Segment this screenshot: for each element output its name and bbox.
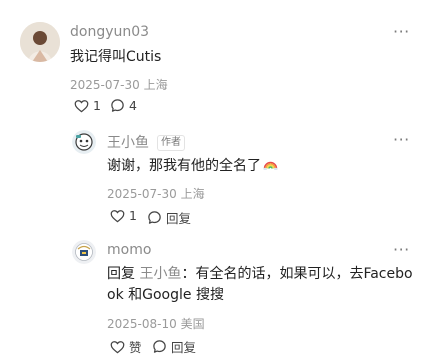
reply-text: 回复 王小鱼：有全名的话，如果可以，去Facebo [107,264,413,284]
reply-date: 2025-07-30 [107,187,177,201]
heart-icon [74,99,89,112]
mention-link[interactable]: 王小鱼 [139,266,181,282]
reply-label: 回复 [171,340,197,355]
reply-username[interactable]: 王小鱼 [107,132,149,152]
reply-text: 谢谢，那我有他的全名了 [107,156,278,176]
more-options-button[interactable]: ··· [393,130,410,149]
reply-username[interactable]: momo [107,242,151,258]
heart-icon [110,340,125,353]
reply-date: 2025-08-10 [107,317,177,331]
more-options-button[interactable]: ··· [393,240,410,259]
reply-meta: 2025-08-10 美国 [107,315,205,332]
like-label: 赞 [129,340,142,355]
rainbow-emoji-icon [263,161,278,170]
comment-text: 我记得叫Cutis [70,49,162,65]
reply-button[interactable]: 回复 [147,208,191,227]
like-count: 1 [93,98,101,113]
heart-icon [110,209,125,222]
reply-prefix: 回复 [107,266,135,282]
author-tag: 作者 [157,135,185,151]
comment-bubble-icon [148,211,161,224]
comment-location: 上海 [143,78,168,92]
reply-text-line1: ：有全名的话，如果可以，去Facebo [181,266,413,282]
reply-location: 美国 [180,317,205,331]
reply-button[interactable]: 4 [110,98,137,113]
reply-text-content: 谢谢，那我有他的全名了 [107,158,261,174]
reply-label: 回复 [166,211,192,226]
comment-bubble-icon [153,340,166,353]
like-button[interactable]: 赞 [110,337,142,356]
reply-meta: 2025-07-30 上海 [107,185,205,202]
reply-location: 上海 [180,187,205,201]
like-button[interactable]: 1 [74,98,101,113]
avatar[interactable] [72,130,96,154]
like-count: 1 [129,208,137,223]
comment-meta: 2025-07-30 上海 [70,76,168,93]
comment-date: 2025-07-30 [70,78,140,92]
reply-count: 4 [129,98,137,113]
comment-bubble-icon [111,99,124,112]
comment-username[interactable]: dongyun03 [70,24,149,40]
avatar[interactable] [20,22,60,62]
reply-text-continued: ok 和Google 搜搜 [107,287,224,303]
like-button[interactable]: 1 [110,208,137,223]
avatar[interactable] [72,240,96,264]
more-options-button[interactable]: ··· [393,22,410,41]
reply-button[interactable]: 回复 [152,337,196,356]
